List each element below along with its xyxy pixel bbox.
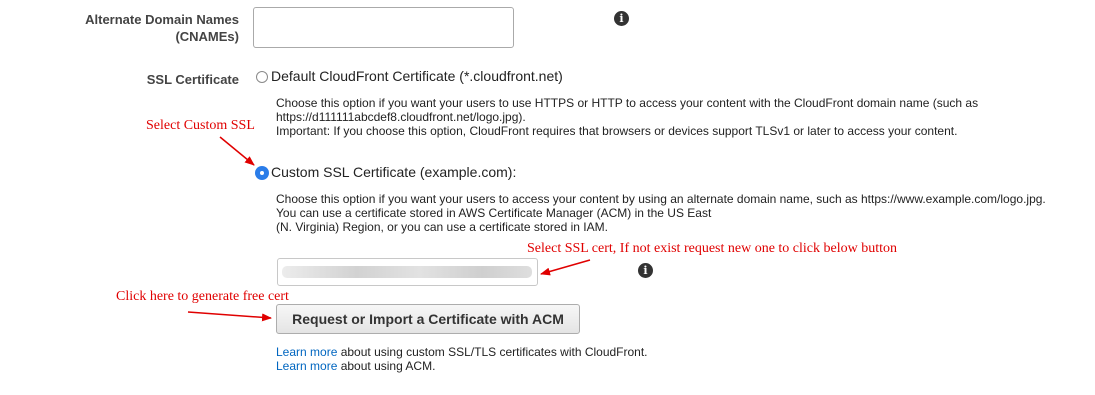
arrow-to-custom-radio — [219, 136, 255, 166]
arrow-to-acm-button — [187, 311, 272, 322]
arrow-to-cert-select — [540, 259, 591, 276]
annotation-arrows — [187, 136, 591, 322]
